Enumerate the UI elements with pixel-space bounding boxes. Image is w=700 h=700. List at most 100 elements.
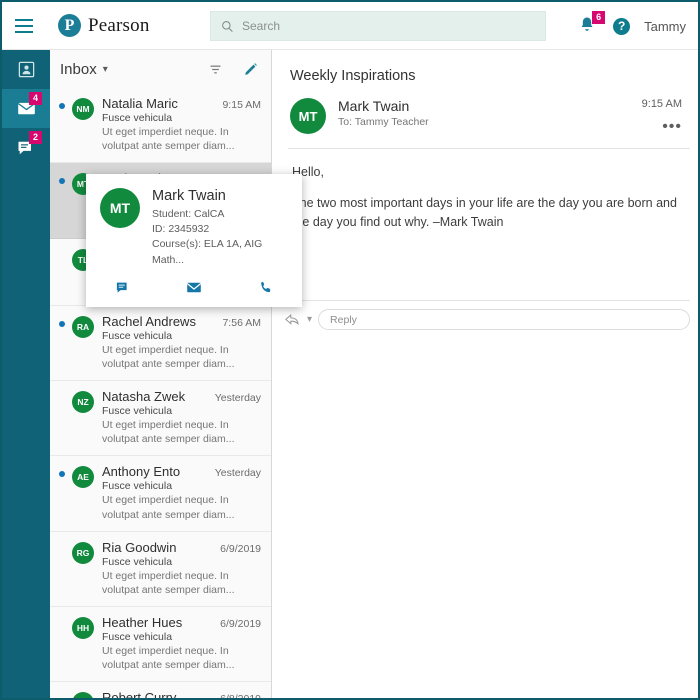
- search-icon: [222, 20, 233, 32]
- reply-bar: ▾ Reply: [284, 300, 690, 330]
- unread-indicator: [59, 320, 65, 327]
- contact-courses: Course(s): ELA 1A, AIG Math...: [152, 238, 263, 266]
- notifications-button[interactable]: 6: [577, 11, 606, 37]
- folder-dropdown-icon[interactable]: ▾: [103, 64, 108, 75]
- avatar: HH: [72, 617, 94, 640]
- unread-indicator: [59, 103, 65, 109]
- contact-call-button[interactable]: [230, 280, 302, 295]
- sender-name: Rachel Andrews: [102, 313, 196, 329]
- contact-name: Mark Twain: [152, 188, 226, 204]
- header-actions: 6 ? Tammy: [577, 2, 686, 50]
- message-preview: Ut eget imperdiet neque. In volutpat ant…: [102, 419, 235, 446]
- sender-name: Ria Goodwin: [102, 539, 177, 555]
- list-item[interactable]: RG Ria Goodwin 6/9/2019 Fusce vehicula U…: [50, 532, 271, 608]
- message-preview: Ut eget imperdiet neque. In volutpat ant…: [102, 569, 235, 596]
- list-item[interactable]: RC Robert Curry 6/8/2019 Fusce vehicula …: [50, 682, 271, 698]
- sender-name: Mark Twain: [338, 98, 410, 114]
- message-subject: Fusce vehicula: [102, 555, 173, 568]
- avatar: MT: [100, 188, 140, 228]
- message-time: 9:15 AM: [222, 99, 261, 111]
- reply-placeholder: Reply: [330, 313, 357, 326]
- list-item[interactable]: NM Natalia Maric 9:15 AM Fusce vehicula …: [50, 88, 271, 164]
- contact-student: Student: CalCA: [152, 208, 225, 220]
- rail-item-mail[interactable]: 4: [2, 89, 50, 128]
- list-item[interactable]: NZ Natasha Zwek Yesterday Fusce vehicula…: [50, 381, 271, 457]
- avatar: RG: [72, 541, 94, 564]
- avatar: MT: [290, 98, 326, 134]
- envelope-icon: [186, 282, 202, 293]
- person-icon: [18, 61, 34, 78]
- mail-count-badge: 4: [29, 92, 42, 105]
- pearson-mark-icon: P: [58, 14, 81, 37]
- message-time: 6/9/2019: [220, 618, 261, 631]
- rail-item-discussions[interactable]: 2: [2, 128, 50, 167]
- help-icon[interactable]: ?: [613, 17, 631, 35]
- left-nav-rail: 4 2: [2, 50, 50, 698]
- message-time: 6/8/2019: [216, 693, 261, 698]
- message-subject: Fusce vehicula: [102, 480, 173, 493]
- filter-icon: [210, 65, 221, 73]
- pencil-icon: [245, 63, 257, 75]
- list-item[interactable]: AE Anthony Ento Yesterday Fusce vehicula…: [50, 456, 271, 532]
- phone-icon: [260, 281, 270, 293]
- unread-indicator: [59, 178, 65, 185]
- avatar: NZ: [72, 391, 94, 414]
- folder-name-label: Inbox: [60, 60, 97, 78]
- brand-name: Pearson: [88, 14, 150, 36]
- sender-name: Heather Hues: [102, 615, 183, 631]
- search-placeholder: Search: [242, 19, 281, 33]
- sender-name: Natalia Maric: [102, 96, 178, 111]
- message-subject: Fusce vehicula: [102, 112, 173, 124]
- message-paragraph: Hello,: [292, 165, 324, 179]
- reading-pane: Weekly Inspirations MT Mark Twain To: Ta…: [272, 50, 698, 698]
- message-subject: Fusce vehicula: [102, 631, 173, 644]
- message-time: Yesterday: [214, 392, 261, 405]
- avatar: NM: [72, 98, 94, 120]
- list-item[interactable]: RA Rachel Andrews 7:56 AM Fusce vehicula…: [50, 306, 271, 382]
- chat-icon: [116, 282, 127, 293]
- message-subject: Fusce vehicula: [102, 405, 173, 418]
- message-preview: Ut eget imperdiet neque. In volutpat ant…: [102, 126, 235, 153]
- message-time: 7:56 AM: [222, 316, 261, 329]
- mail-application-window: P Pearson Search 6 ? Tammy 4 2 Inbox ▾ N…: [0, 0, 700, 700]
- message-header: MT Mark Twain To: Tammy Teacher 9:15 AM …: [272, 84, 698, 148]
- sender-name: Natasha Zwek: [102, 389, 186, 405]
- recipient-label: To: Tammy Teacher: [338, 116, 429, 128]
- reply-input[interactable]: Reply: [318, 309, 690, 330]
- ellipsis-icon[interactable]: •••: [642, 118, 682, 136]
- unread-indicator: [59, 471, 65, 478]
- message-paragraph: The two most important days in your life…: [292, 195, 677, 229]
- message-list-header: Inbox ▾: [50, 50, 271, 88]
- contact-email-button[interactable]: [158, 280, 230, 295]
- sender-name: Robert Curry: [102, 690, 177, 698]
- brand-logo: P Pearson: [58, 14, 150, 37]
- message-preview: Ut eget imperdiet neque. In volutpat ant…: [102, 494, 235, 521]
- reply-arrow-icon[interactable]: [284, 313, 301, 327]
- search-input[interactable]: Search: [210, 11, 546, 41]
- filter-button[interactable]: [208, 62, 223, 77]
- top-header-bar: P Pearson Search 6 ? Tammy: [2, 2, 698, 50]
- reply-dropdown-icon[interactable]: ▾: [307, 314, 312, 325]
- avatar: RA: [72, 315, 94, 338]
- contact-card-actions: [86, 278, 302, 307]
- message-time: Yesterday: [214, 467, 261, 480]
- avatar: RC: [72, 692, 94, 698]
- list-item[interactable]: HH Heather Hues 6/9/2019 Fusce vehicula …: [50, 607, 271, 683]
- compose-button[interactable]: [243, 61, 259, 77]
- page-title: Weekly Inspirations: [290, 68, 416, 84]
- message-list-panel: Inbox ▾ NM Natalia Maric 9:15 AM Fusce v…: [50, 50, 272, 698]
- hamburger-menu-icon[interactable]: [2, 2, 46, 50]
- avatar: AE: [72, 466, 94, 489]
- message-body: Hello, The two most important days in yo…: [272, 149, 698, 231]
- notification-count-badge: 6: [592, 11, 606, 24]
- message-time: 9:15 AM: [641, 98, 682, 110]
- sender-name: Anthony Ento: [102, 464, 181, 480]
- message-time: 6/9/2019: [220, 542, 261, 555]
- user-name-label[interactable]: Tammy: [644, 19, 686, 34]
- rail-item-contacts[interactable]: [2, 50, 50, 89]
- message-preview: Ut eget imperdiet neque. In volutpat ant…: [102, 645, 235, 672]
- contact-id: ID: 2345932: [152, 223, 210, 236]
- contact-hover-card: MT Mark Twain Student: CalCA ID: 2345932…: [86, 174, 302, 307]
- message-preview: Ut eget imperdiet neque. In volutpat ant…: [102, 343, 235, 370]
- contact-message-button[interactable]: [86, 280, 158, 295]
